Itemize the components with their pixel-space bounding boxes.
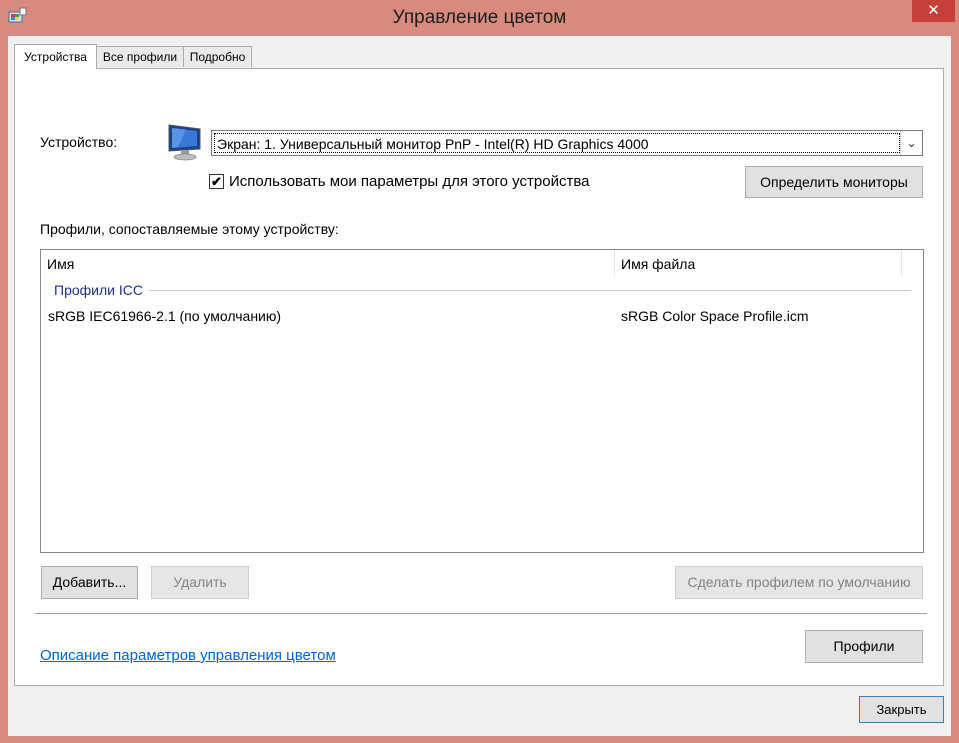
- identify-monitors-button[interactable]: Определить мониторы: [745, 166, 923, 198]
- set-default-profile-button[interactable]: Сделать профилем по умолчанию: [675, 566, 923, 599]
- profile-row-file[interactable]: sRGB Color Space Profile.icm: [621, 308, 809, 324]
- monitor-icon: [168, 124, 201, 161]
- device-select-value: Экран: 1. Универсальный монитор PnP - In…: [214, 133, 900, 153]
- use-my-settings-label[interactable]: Использовать мои параметры для этого уст…: [229, 173, 589, 190]
- profile-row-name[interactable]: sRGB IEC61966-2.1 (по умолчанию): [48, 308, 281, 324]
- column-header-name[interactable]: Имя: [41, 250, 615, 276]
- group-header-icc: Профили ICC: [54, 282, 143, 298]
- tab-advanced[interactable]: Подробно: [183, 46, 252, 67]
- checkmark-icon: ✔: [211, 174, 222, 189]
- chevron-down-icon[interactable]: ⌄: [900, 131, 922, 155]
- client-area: Устройства Все профили Подробно Устройст…: [8, 36, 951, 736]
- profiles-section-label: Профили, сопоставляемые этому устройству…: [40, 221, 339, 237]
- tab-devices[interactable]: Устройства: [14, 44, 97, 69]
- devices-tab-panel: Устройство: Экран: 1. Универсальный мони…: [14, 68, 944, 686]
- tab-all-profiles[interactable]: Все профили: [96, 46, 184, 67]
- title-bar[interactable]: Управление цветом ✕: [0, 0, 959, 36]
- device-label: Устройство:: [40, 134, 118, 150]
- use-my-settings-checkbox[interactable]: ✔: [209, 174, 224, 189]
- column-header-filename[interactable]: Имя файла: [615, 250, 902, 276]
- window-title: Управление цветом: [392, 7, 567, 28]
- profiles-list[interactable]: Имя Имя файла Профили ICC sRGB IEC61966-…: [40, 249, 924, 553]
- profiles-button[interactable]: Профили: [805, 630, 923, 663]
- device-select[interactable]: Экран: 1. Универсальный монитор PnP - In…: [211, 130, 923, 156]
- color-management-window: Управление цветом ✕ Устройства Все профи…: [0, 0, 959, 743]
- close-button[interactable]: Закрыть: [859, 696, 944, 723]
- add-profile-button[interactable]: Добавить...: [41, 566, 138, 599]
- close-window-button[interactable]: ✕: [912, 0, 955, 22]
- color-management-help-link[interactable]: Описание параметров управления цветом: [40, 647, 336, 664]
- remove-profile-button[interactable]: Удалить: [151, 566, 249, 599]
- close-icon: ✕: [927, 2, 940, 19]
- group-divider: [149, 290, 911, 291]
- divider: [35, 613, 927, 614]
